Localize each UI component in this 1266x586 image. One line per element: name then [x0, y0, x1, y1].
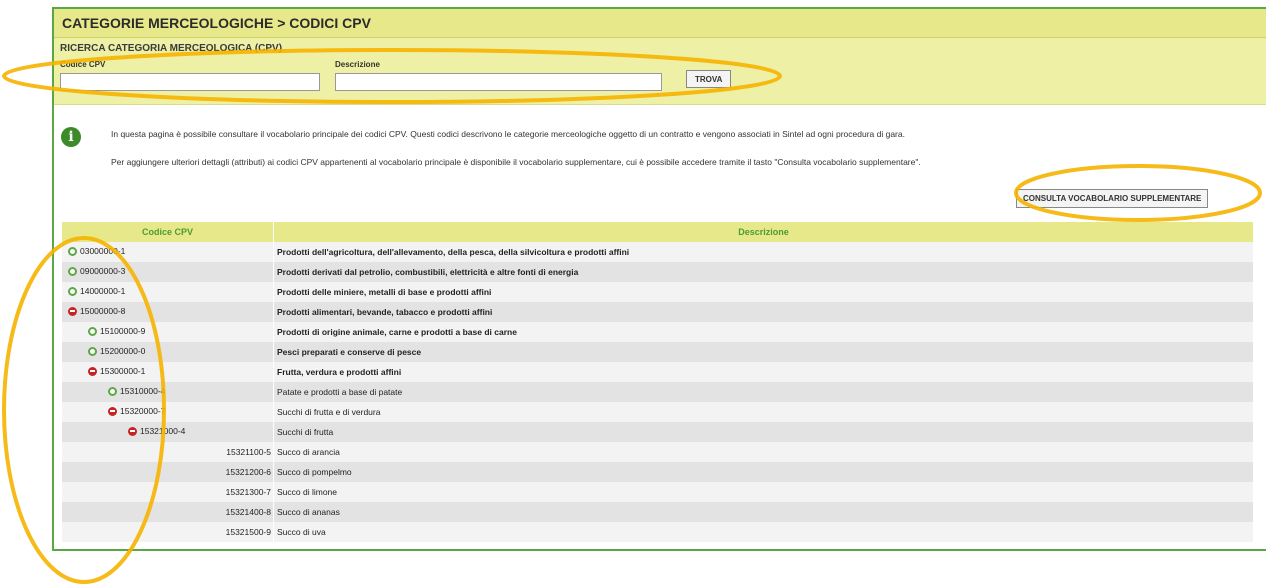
main-panel: CATEGORIE MERCEOLOGICHE > CODICI CPV RIC…	[52, 7, 1266, 551]
info-text-2: Per aggiungere ulteriori dettagli (attri…	[111, 157, 921, 167]
code-cell: 15320000-7	[62, 402, 274, 422]
code-cpv-input[interactable]	[60, 73, 320, 91]
description-cell: Succo di pompelmo	[273, 462, 1254, 482]
search-panel: RICERCA CATEGORIA MERCEOLOGICA (CPV) Cod…	[54, 38, 1266, 105]
find-button[interactable]: TROVA	[686, 70, 732, 88]
cpv-code: 15320000-7	[120, 406, 166, 417]
table-row[interactable]: 15000000-8 Prodotti alimentari, bevande, …	[62, 302, 1254, 322]
code-cell: 15321400-8	[62, 502, 274, 522]
code-cell: 15310000-4	[62, 382, 274, 402]
cpv-code: 15100000-9	[100, 326, 146, 337]
code-cell: 15321100-5	[62, 442, 274, 462]
cpv-code: 15321000-4	[140, 426, 186, 437]
description-cell: Prodotti di origine animale, carne e pro…	[273, 322, 1254, 342]
code-cell: 03000000-1	[62, 242, 274, 262]
collapse-icon[interactable]	[108, 406, 117, 416]
search-section-title: RICERCA CATEGORIA MERCEOLOGICA (CPV)	[60, 43, 283, 54]
cpv-code: 15321300-7	[225, 487, 271, 497]
description-cell: Pesci preparati e conserve di pesce	[273, 342, 1254, 362]
cpv-code: 14000000-1	[80, 286, 126, 297]
page-title: CATEGORIE MERCEOLOGICHE > CODICI CPV	[54, 9, 1266, 38]
collapse-icon[interactable]	[68, 306, 77, 316]
info-icon: i	[61, 127, 81, 147]
cpv-code: 15321100-5	[226, 447, 271, 457]
table-row[interactable]: 03000000-1 Prodotti dell'agricoltura, del…	[62, 242, 1254, 262]
code-cell: 15321200-6	[62, 462, 274, 482]
table-row[interactable]: 15321000-4 Succhi di frutta	[62, 422, 1254, 442]
table-row[interactable]: 09000000-3 Prodotti derivati dal petrolio…	[62, 262, 1254, 282]
cpv-table: Codice CPV Descrizione 03000000-1 Prodott…	[62, 222, 1254, 542]
expand-icon[interactable]	[88, 346, 97, 356]
code-cell: 15321300-7	[62, 482, 274, 502]
cpv-code: 15321500-9	[225, 527, 271, 537]
code-cell: 14000000-1	[62, 282, 274, 302]
table-row[interactable]: 15310000-4 Patate e prodotti a base di pa…	[62, 382, 1254, 402]
description-cell: Succo di uva	[273, 522, 1254, 542]
description-cell: Succo di limone	[273, 482, 1254, 502]
table-header-row: Codice CPV Descrizione	[62, 222, 1254, 242]
description-input[interactable]	[335, 73, 662, 91]
table-row[interactable]: 15300000-1 Frutta, verdura e prodotti aff…	[62, 362, 1254, 382]
description-cell: Succhi di frutta	[273, 422, 1254, 442]
collapse-icon[interactable]	[128, 426, 137, 436]
code-cell: 15321000-4	[62, 422, 274, 442]
cpv-code: 15310000-4	[120, 386, 166, 397]
table-row[interactable]: 15321200-6 Succo di pompelmo	[62, 462, 1254, 482]
column-header-description: Descrizione	[273, 222, 1254, 242]
code-cell: 09000000-3	[62, 262, 274, 282]
cpv-code: 15300000-1	[100, 366, 146, 377]
description-cell: Succo di ananas	[273, 502, 1254, 522]
info-text-1: In questa pagina è possibile consultare …	[111, 129, 905, 139]
cpv-code: 15321200-6	[225, 467, 271, 477]
code-cell: 15000000-8	[62, 302, 274, 322]
table-row[interactable]: 15321400-8 Succo di ananas	[62, 502, 1254, 522]
table-row[interactable]: 15200000-0 Pesci preparati e conserve di …	[62, 342, 1254, 362]
info-panel: i In questa pagina è possibile consultar…	[54, 105, 1266, 215]
table-row[interactable]: 15320000-7 Succhi di frutta e di verdura	[62, 402, 1254, 422]
expand-icon[interactable]	[88, 326, 97, 336]
code-cell: 15300000-1	[62, 362, 274, 382]
description-cell[interactable]: Prodotti delle miniere, metalli di base …	[273, 282, 1254, 302]
table-body: 03000000-1 Prodotti dell'agricoltura, del…	[62, 242, 1254, 542]
cpv-code: 09000000-3	[80, 266, 126, 277]
description-cell[interactable]: Prodotti derivati dal petrolio, combusti…	[273, 262, 1254, 282]
table-row[interactable]: 15321100-5 Succo di arancia	[62, 442, 1254, 462]
description-cell[interactable]: Prodotti dell'agricoltura, dell'allevame…	[273, 242, 1254, 262]
collapse-icon[interactable]	[88, 366, 97, 376]
code-cell: 15321500-9	[62, 522, 274, 542]
cpv-code: 15200000-0	[100, 346, 146, 357]
description-cell[interactable]: Prodotti alimentari, bevande, tabacco e …	[273, 302, 1254, 322]
column-header-code: Codice CPV	[62, 222, 274, 242]
code-cell: 15100000-9	[62, 322, 274, 342]
cpv-code: 03000000-1	[80, 246, 126, 257]
table-row[interactable]: 15321300-7 Succo di limone	[62, 482, 1254, 502]
table-row[interactable]: 15100000-9 Prodotti di origine animale, c…	[62, 322, 1254, 342]
cpv-code: 15000000-8	[80, 306, 126, 317]
table-row[interactable]: 14000000-1 Prodotti delle miniere, metall…	[62, 282, 1254, 302]
consult-supplementary-button[interactable]: CONSULTA VOCABOLARIO SUPPLEMENTARE	[1016, 189, 1209, 208]
expand-icon[interactable]	[108, 386, 117, 396]
description-cell: Succhi di frutta e di verdura	[273, 402, 1254, 422]
description-cell: Patate e prodotti a base di patate	[273, 382, 1254, 402]
code-cell: 15200000-0	[62, 342, 274, 362]
expand-icon[interactable]	[68, 246, 77, 256]
description-label: Descrizione	[335, 60, 380, 69]
description-cell: Frutta, verdura e prodotti affini	[273, 362, 1254, 382]
description-cell: Succo di arancia	[273, 442, 1254, 462]
expand-icon[interactable]	[68, 286, 77, 296]
expand-icon[interactable]	[68, 266, 77, 276]
table-row[interactable]: 15321500-9 Succo di uva	[62, 522, 1254, 542]
code-label: Codice CPV	[60, 60, 106, 69]
cpv-code: 15321400-8	[225, 507, 271, 517]
